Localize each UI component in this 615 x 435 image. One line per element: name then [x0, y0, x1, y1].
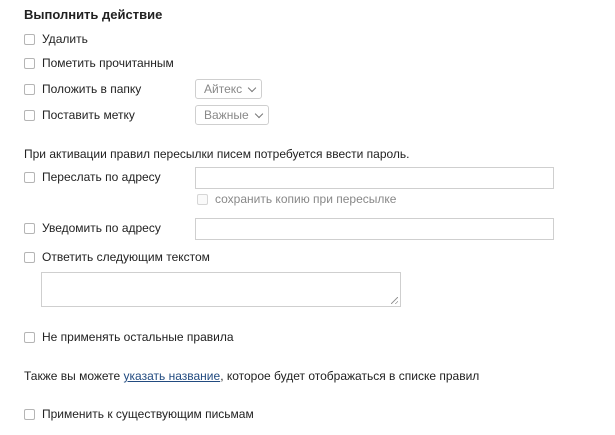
mark-read-checkbox[interactable]: [24, 57, 35, 69]
apply-existing-option[interactable]: Применить к существующим письмам: [24, 406, 254, 422]
delete-label: Удалить: [42, 32, 88, 46]
folder-select-value: Айтекс: [204, 82, 243, 96]
forward-checkbox[interactable]: [24, 171, 35, 183]
delete-checkbox[interactable]: [24, 33, 35, 45]
label-select-value: Важные: [204, 108, 249, 122]
stop-rules-option[interactable]: Не применять остальные правила: [24, 329, 234, 345]
keep-copy-checkbox[interactable]: [197, 193, 208, 205]
stop-rules-checkbox[interactable]: [24, 331, 35, 343]
chevron-down-icon: [247, 83, 257, 92]
mark-read-label: Пометить прочитанным: [42, 56, 174, 70]
section-title: Выполнить действие: [24, 7, 163, 22]
set-rule-name-link[interactable]: указать название: [124, 369, 221, 383]
notify-label: Уведомить по адресу: [42, 221, 161, 235]
delete-option[interactable]: Удалить: [24, 31, 88, 47]
reply-option[interactable]: Ответить следующим текстом: [24, 249, 210, 265]
reply-label: Ответить следующим текстом: [42, 250, 210, 264]
move-to-folder-checkbox[interactable]: [24, 83, 35, 95]
apply-existing-checkbox[interactable]: [24, 408, 35, 420]
rule-name-hint-prefix: Также вы можете: [24, 369, 124, 383]
keep-copy-option[interactable]: сохранить копию при пересылке: [197, 191, 396, 207]
set-label-option[interactable]: Поставить метку: [24, 107, 135, 123]
rule-name-hint: Также вы можете указать название, которо…: [24, 369, 479, 383]
apply-existing-label: Применить к существующим письмам: [42, 407, 254, 421]
forward-password-note: При активации правил пересылки писем пот…: [24, 147, 410, 161]
notify-checkbox[interactable]: [24, 222, 35, 234]
resize-grip-icon[interactable]: [391, 297, 398, 304]
move-to-folder-label: Положить в папку: [42, 82, 142, 96]
forward-option[interactable]: Переслать по адресу: [24, 169, 161, 185]
chevron-down-icon: [254, 109, 263, 118]
reply-text-area[interactable]: [41, 272, 401, 307]
forward-label: Переслать по адресу: [42, 170, 161, 184]
rule-name-hint-suffix: , которое будет отображаться в списке пр…: [220, 369, 480, 383]
mark-read-option[interactable]: Пометить прочитанным: [24, 55, 174, 71]
folder-select[interactable]: Айтекс: [195, 79, 263, 99]
label-select[interactable]: Важные: [195, 105, 269, 125]
forward-address-input[interactable]: [195, 167, 554, 189]
set-label-checkbox[interactable]: [24, 109, 35, 121]
notify-address-input[interactable]: [195, 218, 554, 240]
reply-checkbox[interactable]: [24, 251, 35, 263]
stop-rules-label: Не применять остальные правила: [42, 330, 234, 344]
notify-option[interactable]: Уведомить по адресу: [24, 220, 161, 236]
keep-copy-label: сохранить копию при пересылке: [215, 192, 397, 206]
move-to-folder-option[interactable]: Положить в папку: [24, 81, 141, 97]
set-label-label: Поставить метку: [42, 108, 135, 122]
